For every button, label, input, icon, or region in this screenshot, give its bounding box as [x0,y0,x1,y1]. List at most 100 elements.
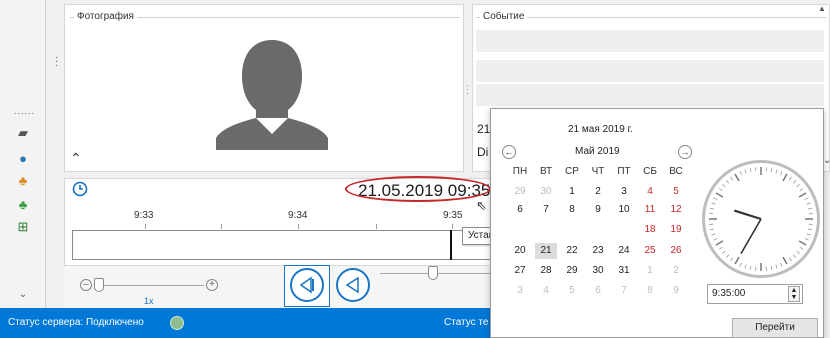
calendar-day[interactable]: 1 [639,263,661,279]
network-icon[interactable]: ⊞ [12,218,34,236]
calendar-day[interactable]: 4 [535,283,557,299]
zoom-slider-track [94,285,204,286]
timeline-track[interactable] [72,230,492,260]
clock-tick [725,254,730,258]
clock-tick [710,228,715,231]
clock-tick [775,264,778,269]
zoom-level-label: 1x [144,296,154,306]
speed-slider-thumb[interactable] [428,266,438,280]
clock-tick [713,238,718,241]
calendar-day[interactable]: 3 [509,283,531,299]
calendar-day[interactable]: 23 [587,243,609,259]
event-row-1[interactable] [476,30,824,53]
mouse-cursor-icon: ⇖ [476,198,487,213]
clock-tick [744,169,747,174]
user-camera-icon[interactable]: ● [12,150,34,168]
calendar-day[interactable]: 6 [509,202,531,218]
calendar-day[interactable]: 10 [613,202,635,218]
calendar-day[interactable]: 9 [587,202,609,218]
tick-label: 9:33 [134,210,154,221]
clock-tick [722,183,726,188]
hour-hand [733,209,762,221]
clock-tick [739,171,742,176]
calendar-day[interactable]: 27 [509,263,531,279]
calendar-month[interactable]: Май 2019 [575,146,620,157]
tick-mark [145,224,146,229]
weekday-label: ПТ [617,166,631,177]
clock-tick [807,207,812,210]
step-back-button[interactable] [290,268,324,302]
calendar-day[interactable]: 9 [665,283,687,299]
event-scroll-up-icon[interactable]: ▲ [818,4,826,13]
calendar-day[interactable]: 25 [639,243,661,259]
weekday-label: СБ [643,166,657,177]
calendar-day[interactable]: 1 [561,184,583,200]
calendar-day[interactable]: 22 [561,243,583,259]
calendar-day[interactable]: 7 [535,202,557,218]
next-month-icon[interactable]: → [678,145,692,159]
clock-tick [780,171,783,176]
clock-icon[interactable] [72,181,88,197]
calendar-title: 21 мая 2019 г. [568,124,633,135]
calendar-day[interactable]: 28 [535,263,557,279]
clock-tick [730,176,734,181]
event-row-2[interactable] [476,60,824,83]
calendar-day[interactable]: 30 [535,184,557,200]
calendar-day[interactable]: 5 [561,283,583,299]
play-back-button[interactable] [336,268,370,302]
camera-icon[interactable]: ▰ [12,124,34,142]
zoom-in-icon[interactable]: + [206,279,218,291]
minute-hand [740,218,762,255]
tick-label: 9:35 [443,210,463,221]
collapse-photo-button[interactable]: ⌃ [70,150,82,167]
status-truncated: Статус те [444,317,489,328]
calendar-day[interactable]: 3 [613,184,635,200]
calendar-day[interactable]: 4 [639,184,661,200]
calendar-day[interactable]: 24 [613,243,635,259]
calendar-day[interactable]: 2 [587,184,609,200]
clock-tick [804,197,809,200]
calendar-day[interactable]: 2 [665,263,687,279]
calendar-day[interactable]: 8 [639,283,661,299]
left-splitter-grip[interactable]: · · · [55,53,58,71]
calendar-day[interactable]: 29 [561,263,583,279]
calendar-day[interactable]: 11 [639,202,661,218]
calendar-day-selected[interactable]: 21 [535,243,557,259]
calendar-day[interactable]: 29 [509,184,531,200]
tick-mark [452,224,453,229]
tick-label: 9:34 [288,210,308,221]
calendar-day[interactable]: 6 [587,283,609,299]
time-spinner[interactable]: ▲ ▼ [788,286,800,302]
zoom-out-icon[interactable]: – [80,279,92,291]
calendar-day[interactable]: 19 [665,222,687,238]
chevron-down-icon[interactable]: ⌄ [12,286,34,304]
current-time-marker [450,230,452,260]
prev-month-icon[interactable]: ← [502,145,516,159]
calendar-day[interactable]: 26 [665,243,687,259]
calendar-day[interactable]: 5 [665,184,687,200]
users-icon[interactable]: ♣ [12,172,34,190]
clock-tick [715,192,724,198]
clock-tick [804,238,809,241]
calendar-day[interactable]: 12 [665,202,687,218]
photo-group-label: Фотография [74,11,137,22]
clock-tick [770,168,773,173]
calendar-day[interactable]: 7 [613,283,635,299]
calendar-day[interactable]: 30 [587,263,609,279]
calendar-day[interactable]: 8 [561,202,583,218]
calendar-day[interactable]: 31 [613,263,635,279]
calendar-day[interactable]: 20 [509,243,531,259]
group-icon[interactable]: ♣ [12,196,34,214]
event-group-border [476,17,826,18]
zoom-slider-thumb[interactable] [94,278,104,292]
calendar-day[interactable]: 18 [639,222,661,238]
weekday-label: ВС [669,166,683,177]
splitter-grip[interactable]: · · · [466,82,469,98]
grip-dots: ...... [14,106,36,116]
event-row-3[interactable] [476,84,824,107]
event-scroll-down-icon[interactable]: ⌄ [823,155,830,166]
clock-face [709,167,813,271]
go-button[interactable]: Перейти [732,318,818,338]
highlight-oval [345,176,491,202]
clock-tick [711,233,716,236]
